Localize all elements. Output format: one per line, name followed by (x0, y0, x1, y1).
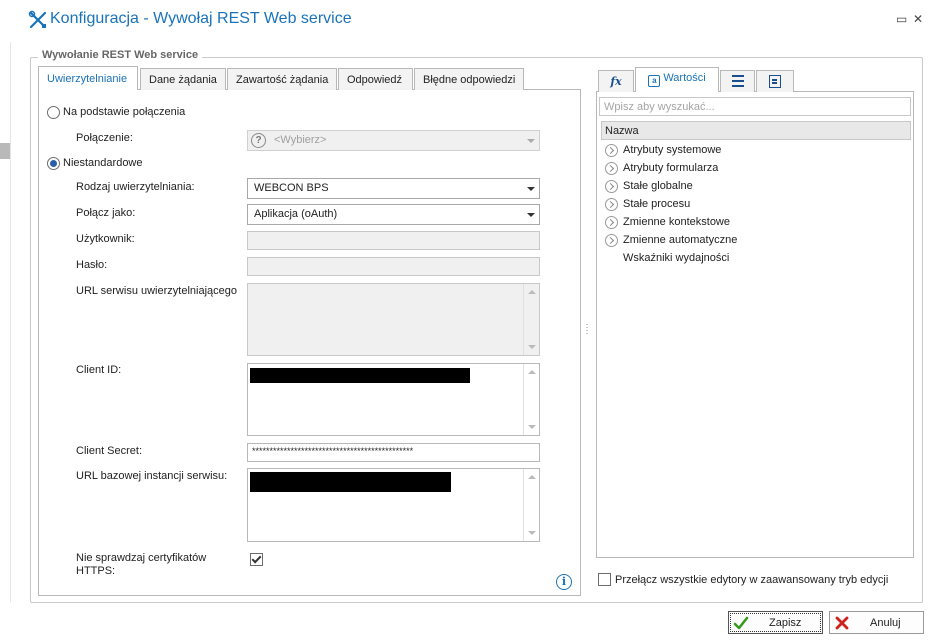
tree-item-label: Stałe procesu (623, 198, 691, 210)
redacted-block (250, 472, 451, 492)
radio-custom-label: Niestandardowe (63, 157, 143, 169)
tab-uwierzytelnianie[interactable]: Uwierzytelnianie (38, 66, 138, 90)
tree-item[interactable]: Atrybuty formularza (605, 161, 805, 179)
group-legend: Wywołanie REST Web service (38, 49, 203, 61)
connect-as-label: Połącz jako: (76, 207, 136, 219)
tab-label: Odpowiedź (347, 74, 403, 86)
tab-label: Błędne odpowiedzi (423, 74, 516, 86)
tab-label: Dane żądania (149, 74, 217, 86)
values-search-input[interactable]: Wpisz aby wyszukać... (599, 97, 911, 116)
radio-connection[interactable] (47, 106, 60, 119)
skip-cert-checkbox[interactable] (250, 553, 263, 566)
save-button[interactable]: Zapisz (728, 611, 823, 634)
tab-zawartosc-zadania[interactable]: Zawartość żądania (227, 68, 337, 90)
chevron-down-icon (527, 213, 535, 217)
advanced-mode-checkbox[interactable] (598, 573, 611, 586)
tree-item-label: Atrybuty formularza (623, 162, 719, 174)
tools-icon (28, 10, 48, 30)
client-secret-input[interactable]: ****************************************… (247, 443, 540, 462)
auth-url-label: URL serwisu uwierzytelniającego (76, 285, 237, 297)
auth-type-label: Rodzaj uwierzytelniania: (76, 181, 195, 193)
tab-wartosci[interactable]: a Wartości (635, 67, 719, 92)
panel-splitter[interactable]: · · · · (585, 320, 589, 338)
tree-item[interactable]: Zmienne kontekstowe (605, 215, 805, 233)
restore-button[interactable]: ▭ (896, 12, 907, 26)
tab-bledne-odpowiedzi[interactable]: Błędne odpowiedzi (414, 68, 524, 90)
tree-item[interactable]: Stałe procesu (605, 197, 805, 215)
expand-arrow-icon[interactable] (605, 162, 618, 175)
tree-item-label: Atrybuty systemowe (623, 144, 722, 156)
close-window-button[interactable]: ✕ (913, 12, 923, 26)
user-label: Użytkownik: (76, 233, 135, 245)
tree-item[interactable]: Atrybuty systemowe (605, 143, 805, 161)
password-input[interactable] (247, 257, 540, 276)
user-input[interactable] (247, 231, 540, 250)
base-url-textarea[interactable] (247, 468, 540, 542)
close-icon (835, 616, 849, 630)
tab-form[interactable] (756, 70, 794, 92)
cancel-button-label: Anuluj (870, 617, 901, 629)
values-icon: a (648, 75, 661, 87)
connection-select[interactable]: ? <Wybierz> (247, 130, 540, 151)
expand-arrow-icon[interactable] (605, 144, 618, 157)
tree-item-label: Stałe globalne (623, 180, 693, 192)
expand-arrow-icon[interactable] (605, 198, 618, 211)
tree-item[interactable]: Zmienne automatyczne (605, 233, 805, 251)
checkmark-icon (251, 553, 262, 564)
tree-item[interactable]: Wskaźniki wydajności (605, 251, 805, 269)
column-header-name[interactable]: Nazwa (601, 121, 911, 140)
expand-arrow-icon[interactable] (605, 180, 618, 193)
auth-type-value: WEBCON BPS (254, 182, 329, 194)
connect-as-value: Aplikacja (oAuth) (254, 208, 338, 220)
base-url-scrollbar[interactable] (523, 469, 539, 541)
chevron-down-icon (527, 139, 535, 143)
tab-label: Zawartość żądania (236, 74, 329, 86)
expand-arrow-icon[interactable] (605, 234, 618, 247)
tree-item-label: Zmienne automatyczne (623, 234, 738, 246)
tab-label: Uwierzytelnianie (47, 73, 128, 85)
tab-list[interactable] (720, 70, 755, 92)
chevron-down-icon (527, 187, 535, 191)
connection-label: Połączenie: (76, 132, 133, 144)
checkmark-icon (733, 616, 749, 630)
connection-value: <Wybierz> (274, 134, 327, 146)
form-icon (769, 75, 781, 88)
base-url-label: URL bazowej instancji serwisu: (76, 470, 228, 482)
advanced-mode-label: Przełącz wszystkie edytory w zaawansowan… (615, 574, 889, 586)
auth-url-textarea[interactable] (247, 283, 540, 356)
connect-as-select[interactable]: Aplikacja (oAuth) (247, 204, 540, 225)
radio-connection-label: Na podstawie połączenia (63, 106, 186, 118)
auth-url-scrollbar[interactable] (523, 284, 539, 355)
tab-function[interactable]: fx (598, 70, 634, 92)
window-title: Konfiguracja - Wywołaj REST Web service (50, 10, 352, 27)
sidebar-collapse-handle[interactable] (0, 143, 10, 159)
tab-label: Wartości (663, 72, 706, 84)
list-icon (731, 75, 744, 87)
function-icon: fx (610, 75, 622, 88)
password-label: Hasło: (76, 259, 108, 271)
tab-odpowiedz[interactable]: Odpowiedź (338, 68, 413, 90)
skip-cert-label-line1: Nie sprawdzaj certyfikatów (76, 552, 207, 564)
skip-cert-label-line2: HTTPS: (76, 565, 116, 577)
info-icon[interactable]: i (556, 574, 572, 590)
tab-dane-zadania[interactable]: Dane żądania (140, 68, 226, 90)
redacted-block (250, 368, 470, 383)
expand-arrow-icon[interactable] (605, 216, 618, 229)
tree-item-label: Wskaźniki wydajności (623, 252, 730, 264)
radio-custom[interactable] (47, 157, 60, 170)
client-id-textarea[interactable] (247, 363, 540, 436)
save-button-label: Zapisz (769, 617, 802, 629)
auth-type-select[interactable]: WEBCON BPS (247, 178, 540, 199)
tree-item[interactable]: Stałe globalne (605, 179, 805, 197)
client-id-scrollbar[interactable] (523, 364, 539, 435)
cancel-button[interactable]: Anuluj (829, 611, 924, 634)
client-secret-label: Client Secret: (76, 445, 143, 457)
tree-item-label: Zmienne kontekstowe (623, 216, 730, 228)
question-icon: ? (251, 133, 266, 148)
sidebar-divider (10, 42, 11, 602)
client-id-label: Client ID: (76, 364, 122, 376)
